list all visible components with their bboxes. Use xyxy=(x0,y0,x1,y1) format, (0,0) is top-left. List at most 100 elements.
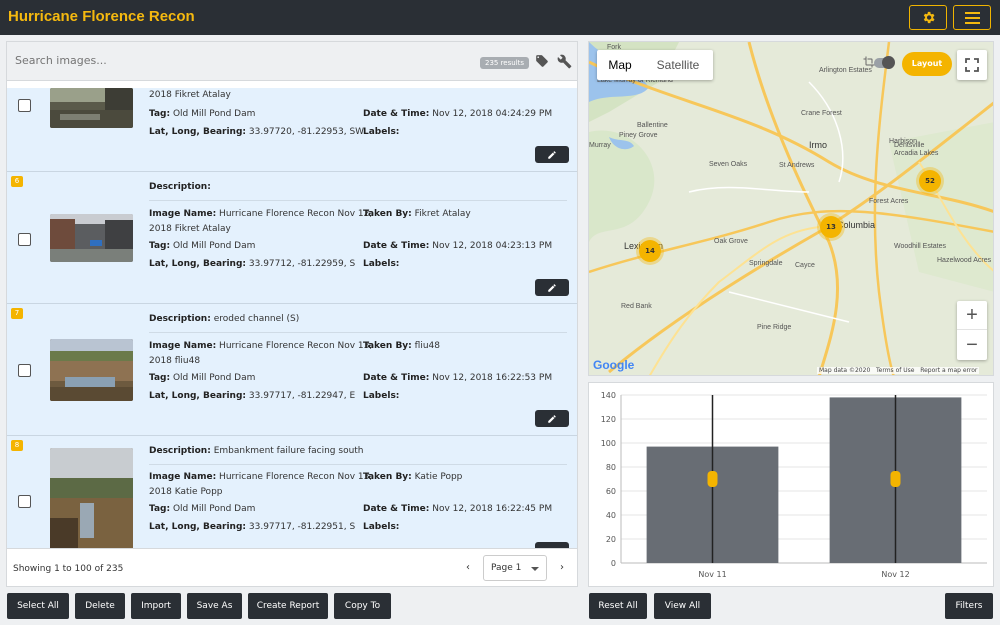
results-badge: 235 results xyxy=(480,57,530,69)
thumbnail-image[interactable] xyxy=(50,88,133,128)
zoom-in-button[interactable]: + xyxy=(957,301,987,330)
google-logo-text: Google xyxy=(593,358,635,372)
import-button[interactable]: Import xyxy=(131,593,181,619)
date-label: Date & Time: xyxy=(363,504,430,514)
map-roads xyxy=(589,42,993,375)
map-data-text: Map data ©2020 xyxy=(819,367,871,374)
labels-label: Labels: xyxy=(363,259,400,269)
map-cluster-marker[interactable]: 14 xyxy=(639,240,661,262)
row-checkbox[interactable] xyxy=(18,233,31,246)
terms-link[interactable]: Terms of Use xyxy=(876,367,914,374)
fullscreen-button[interactable] xyxy=(957,50,987,80)
image-name-value: 2018 Fikret Atalay xyxy=(149,90,231,100)
image-name-value: Hurricane Florence Recon Nov 12, xyxy=(219,209,373,219)
pencil-icon xyxy=(548,414,556,423)
list-item[interactable]: 7 Description: eroded channel (S) Image … xyxy=(7,304,577,436)
latlong-value: 33.97717, -81.22947, E xyxy=(248,391,356,401)
description-label: Description: xyxy=(149,182,211,192)
tab-map[interactable]: Map xyxy=(597,50,643,80)
place-label: Forest Acres xyxy=(869,198,909,205)
edit-button[interactable] xyxy=(535,410,569,427)
reset-all-button[interactable]: Reset All xyxy=(589,593,647,619)
chevron-down-icon xyxy=(531,567,539,571)
date-label: Date & Time: xyxy=(363,373,430,383)
y-tick-label: 0 xyxy=(611,559,616,568)
image-name-value-cont: 2018 fliu48 xyxy=(149,356,201,366)
place-label: Crane Forest xyxy=(801,110,842,117)
create-report-button[interactable]: Create Report xyxy=(248,593,328,619)
prev-page-button[interactable]: ‹ xyxy=(466,562,470,573)
map-attribution: Map data ©2020 Terms of Use Report a map… xyxy=(817,367,980,374)
place-label: Arcadia Lakes xyxy=(894,150,939,157)
next-page-button[interactable]: › xyxy=(560,562,564,573)
description-label: Description: xyxy=(149,446,211,456)
edit-button[interactable] xyxy=(535,279,569,296)
date-label: Date & Time: xyxy=(363,109,430,119)
place-label: Oak Grove xyxy=(714,238,748,245)
thumbnail-image[interactable] xyxy=(50,214,133,262)
place-label: Seven Oaks xyxy=(709,161,748,168)
layout-button[interactable]: Layout xyxy=(902,52,952,76)
image-list-panel: 235 results 2018 Fikret Atalay Tag: Old … xyxy=(6,41,578,587)
description-value: eroded channel (S) xyxy=(213,314,300,324)
view-all-button[interactable]: View All xyxy=(654,593,711,619)
place-label: Ballentine xyxy=(637,122,668,129)
delete-button[interactable]: Delete xyxy=(75,593,125,619)
tag-label: Tag: xyxy=(149,373,171,383)
tag-icon[interactable] xyxy=(535,54,549,68)
place-label: Pine Ridge xyxy=(757,324,792,331)
median-marker xyxy=(707,471,718,487)
pencil-icon xyxy=(548,150,556,159)
place-label: Piney Grove xyxy=(619,132,658,139)
map-cluster-marker[interactable]: 13 xyxy=(820,216,842,238)
map-view[interactable]: Fork Lake Murray of Richland Arlington E… xyxy=(588,41,994,376)
tag-value: Old Mill Pond Dam xyxy=(172,373,256,383)
row-checkbox[interactable] xyxy=(18,99,31,112)
thumbnail-image[interactable] xyxy=(50,339,133,401)
edit-button[interactable] xyxy=(535,146,569,163)
list-item[interactable]: 2018 Fikret Atalay Tag: Old Mill Pond Da… xyxy=(7,88,577,172)
place-label: Dentsville xyxy=(894,142,925,149)
card-divider xyxy=(149,200,567,201)
place-label: Hazelwood Acres xyxy=(937,257,992,264)
labels-label: Labels: xyxy=(363,127,400,137)
list-item[interactable]: 8 Description: Embankment failure facing… xyxy=(7,436,577,548)
date-value: Nov 12, 2018 04:23:13 PM xyxy=(432,241,553,251)
description-label: Description: xyxy=(149,314,211,324)
x-tick-label: Nov 11 xyxy=(698,570,726,579)
x-tick-label: Nov 12 xyxy=(881,570,909,579)
taken-by-value: fliu48 xyxy=(414,341,440,351)
image-name-value: Hurricane Florence Recon Nov 13, xyxy=(219,341,373,351)
labels-label: Labels: xyxy=(363,522,400,532)
map-cluster-marker[interactable]: 52 xyxy=(919,170,941,192)
labels-label: Labels: xyxy=(363,391,400,401)
y-tick-label: 60 xyxy=(606,487,616,496)
menu-button[interactable] xyxy=(953,5,991,30)
pencil-icon xyxy=(548,283,556,292)
select-all-button[interactable]: Select All xyxy=(7,593,69,619)
page-select[interactable]: Page 1 xyxy=(483,555,547,581)
settings-button[interactable] xyxy=(909,5,947,30)
list-item[interactable]: 6 Description: Image Name: Hurricane Flo… xyxy=(7,172,577,304)
place-label: Cayce xyxy=(795,262,815,269)
wrench-icon[interactable] xyxy=(557,54,572,69)
place-label: Red Bank xyxy=(621,303,652,310)
tag-value: Old Mill Pond Dam xyxy=(172,109,256,119)
y-tick-label: 140 xyxy=(601,391,616,400)
save-as-button[interactable]: Save As xyxy=(187,593,242,619)
zoom-out-button[interactable]: − xyxy=(957,331,987,360)
copy-to-button[interactable]: Copy To xyxy=(334,593,391,619)
tab-satellite[interactable]: Satellite xyxy=(643,50,713,80)
latlong-value: 33.97720, -81.22953, SW xyxy=(248,127,365,137)
filters-button[interactable]: Filters xyxy=(945,593,993,619)
report-error-link[interactable]: Report a map error xyxy=(920,367,977,374)
row-checkbox[interactable] xyxy=(18,364,31,377)
image-list: 2018 Fikret Atalay Tag: Old Mill Pond Da… xyxy=(7,88,579,548)
place-label: Springdale xyxy=(749,260,783,267)
search-input[interactable] xyxy=(15,54,315,67)
row-checkbox[interactable] xyxy=(18,495,31,508)
app-header: Hurricane Florence Recon xyxy=(0,0,1000,35)
tag-value: Old Mill Pond Dam xyxy=(172,504,256,514)
card-divider xyxy=(149,464,567,465)
thumbnail-image[interactable] xyxy=(50,448,133,548)
